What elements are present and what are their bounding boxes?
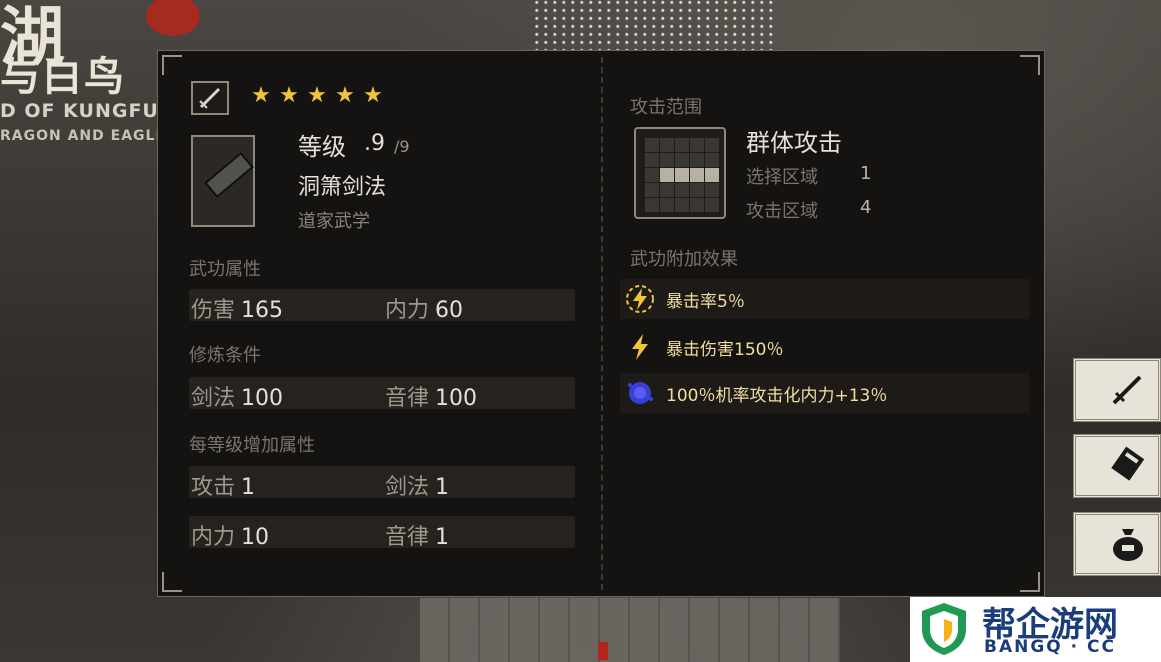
range-grid-cell: [660, 168, 674, 182]
extra-effects-title: 武功附加效果: [630, 249, 738, 270]
game-logo-english-2: RAGON AND EAGLE: [0, 128, 167, 144]
range-grid-cell: [690, 183, 704, 197]
range-grid-cell: [705, 153, 719, 167]
attributes-title: 武功属性: [189, 259, 261, 280]
range-grid-cell: [690, 198, 704, 212]
logo-seal: [146, 0, 200, 36]
star-icon: ★: [251, 83, 271, 108]
attack-area-value: 4: [860, 197, 872, 218]
per-level-title: 每等级增加属性: [189, 435, 315, 456]
range-grid-cell: [660, 138, 674, 152]
skill-rarity-stars: ★ ★ ★ ★ ★: [250, 85, 384, 107]
range-grid-cell: [705, 183, 719, 197]
panel-divider: [601, 57, 603, 590]
skill-name: 洞箫剑法: [298, 175, 387, 200]
sword-type-icon: [191, 81, 229, 115]
range-grid-cell: [690, 138, 704, 152]
scroll-icon: [191, 135, 255, 227]
star-icon: ★: [363, 83, 383, 108]
range-grid-cell: [690, 153, 704, 167]
per-level-row-2: 内力 10 音律 1: [189, 516, 575, 550]
tab-inventory[interactable]: [1073, 512, 1161, 576]
select-area-value: 1: [860, 163, 872, 184]
watermark-subtitle: BANGQ · CC: [984, 637, 1116, 657]
attributes-row: 伤害 165 内力 60: [189, 289, 575, 323]
book-icon: [1108, 445, 1148, 494]
attack-range-grid-icon: [634, 127, 726, 219]
effect-row: 暴击伤害150％: [620, 327, 1030, 367]
corner-ornament: [162, 572, 182, 592]
stat-internal: 内力 60: [385, 298, 464, 323]
sword-icon: [1108, 369, 1148, 418]
corner-ornament: [162, 55, 182, 75]
per-level-attack: 攻击 1: [191, 475, 256, 500]
range-grid-cell: [645, 198, 659, 212]
tab-books[interactable]: [1073, 434, 1161, 498]
stat-damage: 伤害 165: [191, 298, 284, 323]
per-level-music: 音律 1: [385, 525, 450, 550]
game-logo-subtitle: 与白鸟: [0, 53, 126, 100]
range-grid-cell: [675, 153, 689, 167]
blue-orb-icon: [624, 377, 656, 409]
skill-school: 道家武学: [298, 211, 370, 232]
skill-detail-panel: ★ ★ ★ ★ ★ 等级 .9 /9 洞箫剑法 道家武学 武功属性 伤害 165 …: [157, 50, 1045, 597]
select-area-label: 选择区域: [746, 167, 818, 188]
attack-range-type: 群体攻击: [746, 129, 842, 157]
site-watermark: 帮企游网 BANGQ · CC: [910, 597, 1161, 662]
lightning-icon: [624, 331, 656, 363]
range-grid-cell: [705, 168, 719, 182]
req-sword: 剑法 100: [191, 386, 284, 411]
range-grid-cell: [675, 183, 689, 197]
star-icon: ★: [335, 83, 355, 108]
effect-text: 暴击伤害150％: [666, 339, 784, 360]
skill-level-max: /9: [394, 137, 410, 156]
character-marker: [598, 642, 608, 660]
lightning-circle-icon: [624, 283, 656, 315]
range-grid-cell: [660, 198, 674, 212]
star-icon: ★: [307, 83, 327, 108]
req-music: 音律 100: [385, 386, 478, 411]
effect-text: 暴击率5％: [666, 291, 745, 312]
effect-row: 100％机率攻击化内力+13％: [620, 373, 1030, 413]
star-icon: ★: [279, 83, 299, 108]
requirements-row: 剑法 100 音律 100: [189, 377, 575, 411]
range-grid-cell: [675, 138, 689, 152]
bag-icon: [1108, 523, 1148, 572]
range-grid-cell: [675, 168, 689, 182]
shield-logo-icon: [922, 603, 966, 655]
per-level-row-1: 攻击 1 剑法 1: [189, 466, 575, 500]
range-grid-cell: [645, 153, 659, 167]
range-grid-cell: [705, 138, 719, 152]
game-logo-english-1: D OF KUNGFU: [0, 100, 159, 122]
range-grid-cell: [645, 138, 659, 152]
range-grid-cell: [690, 168, 704, 182]
per-level-internal: 内力 10: [191, 525, 270, 550]
effect-text: 100％机率攻击化内力+13％: [666, 385, 888, 406]
range-grid-cell: [705, 198, 719, 212]
corner-ornament: [1020, 55, 1040, 75]
range-grid-cell: [645, 183, 659, 197]
attack-area-label: 攻击区域: [746, 201, 818, 222]
effect-row: 暴击率5％: [620, 279, 1030, 319]
skill-level-value: .9: [364, 131, 385, 156]
attack-range-title: 攻击范围: [630, 97, 702, 118]
corner-ornament: [1020, 572, 1040, 592]
requirements-title: 修炼条件: [189, 345, 261, 366]
stone-floor: [420, 598, 840, 662]
range-grid-cell: [660, 183, 674, 197]
plum-blossom-decoration: [535, 0, 775, 50]
range-grid-cell: [675, 198, 689, 212]
range-grid-cell: [645, 168, 659, 182]
tab-martial-arts[interactable]: [1073, 358, 1161, 422]
per-level-sword: 剑法 1: [385, 475, 450, 500]
skill-level-label: 等级: [298, 133, 346, 161]
range-grid-cell: [660, 153, 674, 167]
